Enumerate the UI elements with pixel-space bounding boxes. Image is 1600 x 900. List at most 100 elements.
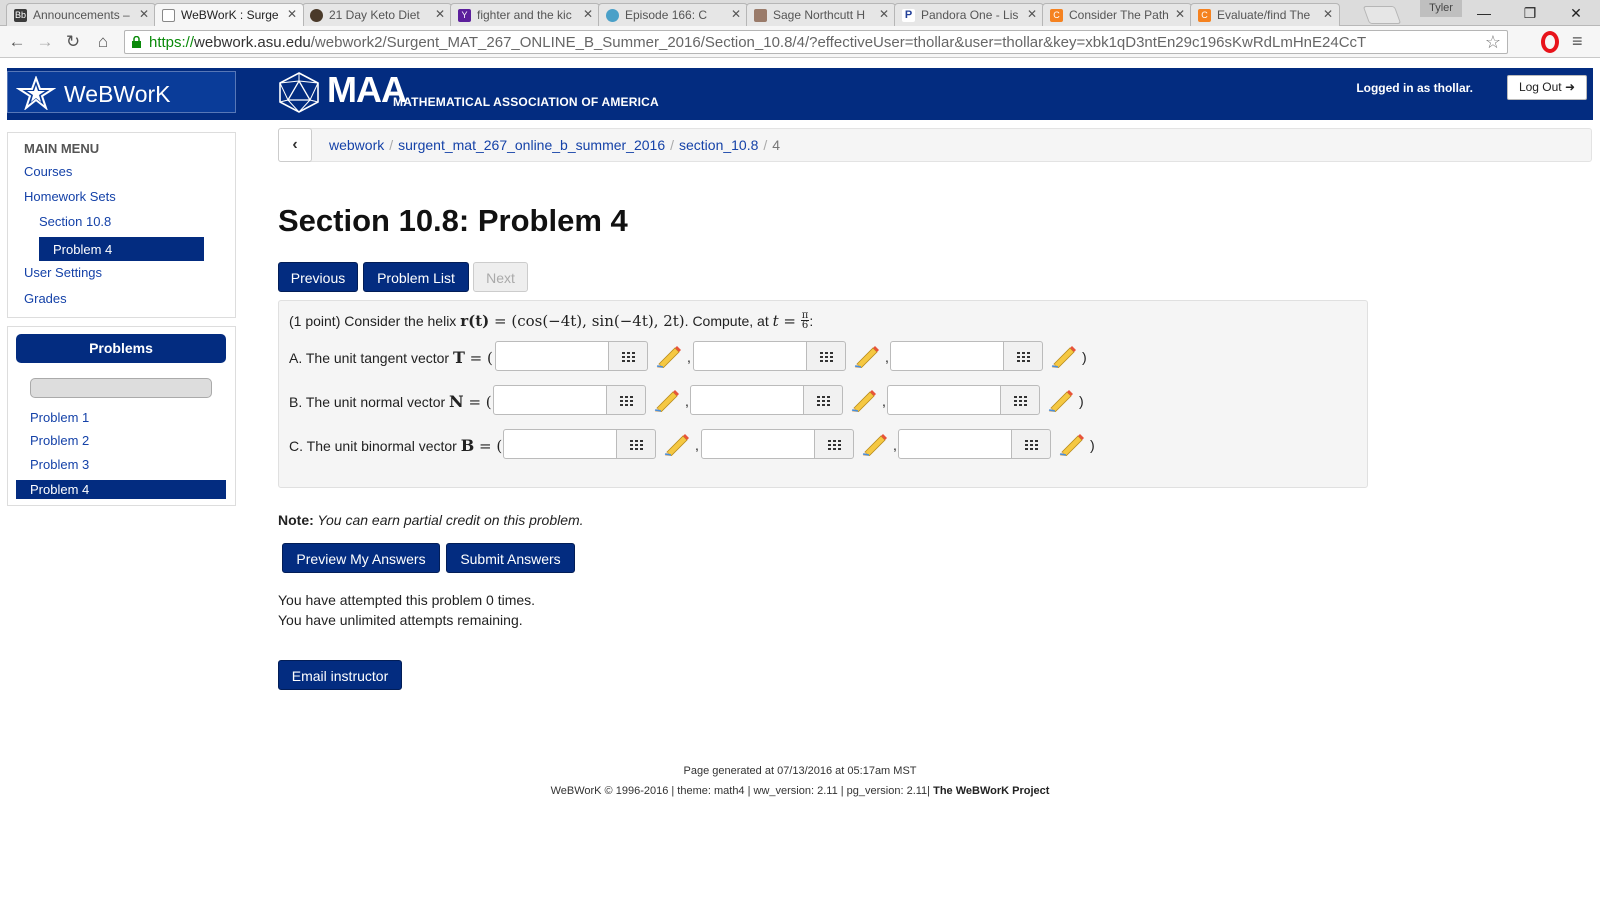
answer-input-c3[interactable]	[898, 429, 1012, 459]
breadcrumb-back-button[interactable]: ‹	[278, 128, 312, 162]
problem-list-button[interactable]: Problem List	[363, 262, 469, 292]
pencil-icon[interactable]	[1047, 388, 1075, 412]
equation-editor-button[interactable]	[1000, 385, 1040, 415]
photo-thumbnail-icon	[754, 9, 767, 22]
pencil-icon[interactable]	[655, 344, 683, 368]
reload-icon[interactable]: ↻	[62, 31, 84, 53]
equals-paren: = (	[464, 349, 493, 367]
window-close-icon[interactable]: ✕	[1556, 2, 1596, 24]
answer-input-a3[interactable]	[890, 341, 1004, 371]
breadcrumb-separator: /	[670, 137, 674, 153]
helix-rhs: = (cos(−4t), sin(−4t), 2t)	[489, 312, 685, 330]
question-row-c: C. The unit binormal vector B = ( , , )	[289, 429, 1359, 459]
browser-tab-webwork[interactable]: WeBWorK : Surge ✕	[154, 3, 304, 26]
opera-icon[interactable]	[1541, 31, 1559, 53]
problems-panel: Problems Problem 1 Problem 2 Problem 3 P…	[7, 326, 236, 506]
breadcrumb-link-course[interactable]: surgent_mat_267_online_b_summer_2016	[398, 137, 665, 153]
submit-answers-button[interactable]: Submit Answers	[446, 543, 575, 573]
pencil-icon[interactable]	[861, 432, 889, 456]
close-icon[interactable]: ✕	[1027, 7, 1037, 21]
grid-icon	[820, 352, 833, 362]
pencil-icon[interactable]	[1050, 344, 1078, 368]
pencil-icon[interactable]	[853, 344, 881, 368]
intro-prefix: (1 point) Consider the helix	[289, 313, 461, 329]
sidebar-item-courses[interactable]: Courses	[24, 164, 72, 179]
sidebar-item-section[interactable]: Section 10.8	[39, 214, 111, 229]
problem-list-item[interactable]: Problem 3	[30, 457, 89, 472]
equation-editor-button[interactable]	[806, 341, 846, 371]
close-icon[interactable]: ✕	[287, 7, 297, 21]
equation-editor-button[interactable]	[608, 341, 648, 371]
answer-input-b2[interactable]	[690, 385, 804, 415]
answer-input-b3[interactable]	[887, 385, 1001, 415]
chevron-left-icon: ‹	[292, 136, 298, 153]
equation-editor-button[interactable]	[1003, 341, 1043, 371]
pencil-icon[interactable]	[663, 432, 691, 456]
close-icon[interactable]: ✕	[731, 7, 741, 21]
close-icon[interactable]: ✕	[435, 7, 445, 21]
profile-button[interactable]: Tyler	[1420, 0, 1462, 17]
close-icon[interactable]: ✕	[139, 7, 149, 21]
email-instructor-button[interactable]: Email instructor	[278, 660, 402, 690]
close-icon[interactable]: ✕	[879, 7, 889, 21]
browser-tab-keto[interactable]: 21 Day Keto Diet ✕	[302, 3, 452, 26]
answer-input-a2[interactable]	[693, 341, 807, 371]
browser-tab-announcements[interactable]: Bb Announcements – ✕	[6, 3, 156, 26]
webwork-logo[interactable]: WeBWorK	[7, 71, 236, 113]
main-menu: MAIN MENU Courses Homework Sets Section …	[7, 132, 236, 318]
close-icon[interactable]: ✕	[1323, 7, 1333, 21]
minimize-icon[interactable]: —	[1464, 2, 1504, 24]
next-button[interactable]: Next	[473, 262, 528, 292]
bookmark-star-icon[interactable]: ☆	[1485, 32, 1501, 53]
problem-list-item[interactable]: Problem 1	[30, 410, 89, 425]
note-label: Note:	[278, 512, 314, 528]
back-icon[interactable]: ←	[6, 31, 28, 53]
note-text: You can earn partial credit on this prob…	[313, 512, 584, 528]
sidebar-item-problem-active[interactable]: Problem 4	[39, 237, 204, 261]
previous-button[interactable]: Previous	[278, 262, 358, 292]
breadcrumb-link-section[interactable]: section_10.8	[679, 137, 758, 153]
fraction-denominator: 6	[801, 319, 809, 331]
equation-editor-button[interactable]	[1011, 429, 1051, 459]
browser-tab-sage[interactable]: Sage Northcutt H ✕	[746, 3, 896, 26]
breadcrumb-link-webwork[interactable]: webwork	[329, 137, 384, 153]
lock-icon	[132, 36, 141, 48]
maa-subtitle: MATHEMATICAL ASSOCIATION OF AMERICA	[393, 95, 659, 109]
forward-icon[interactable]: →	[34, 31, 56, 53]
home-icon[interactable]: ⌂	[92, 31, 114, 53]
sidebar-item-grades[interactable]: Grades	[24, 291, 67, 306]
helix-lhs: r(t)	[460, 312, 490, 330]
equation-editor-button[interactable]	[606, 385, 646, 415]
logout-button[interactable]: Log Out ➜	[1507, 75, 1587, 100]
answer-input-c1[interactable]	[503, 429, 617, 459]
pencil-icon[interactable]	[653, 388, 681, 412]
webwork-project-link[interactable]: The WeBWorK Project	[930, 785, 1049, 797]
answer-input-c2[interactable]	[701, 429, 815, 459]
sidebar-item-homework-sets[interactable]: Homework Sets	[24, 189, 116, 204]
sidebar-item-user-settings[interactable]: User Settings	[24, 265, 102, 280]
browser-tab-consider[interactable]: C Consider The Path ✕	[1042, 3, 1192, 26]
equation-editor-button[interactable]	[814, 429, 854, 459]
page-title: Section 10.8: Problem 4	[278, 203, 628, 238]
blackboard-icon: Bb	[14, 9, 27, 22]
pencil-icon[interactable]	[850, 388, 878, 412]
restore-icon[interactable]: ❐	[1510, 2, 1550, 24]
browser-tab-yahoo[interactable]: Y fighter and the kic ✕	[450, 3, 600, 26]
problem-list-item-active[interactable]: Problem 4	[16, 480, 226, 499]
new-tab-button[interactable]	[1362, 6, 1402, 24]
equation-editor-button[interactable]	[616, 429, 656, 459]
preview-answers-button[interactable]: Preview My Answers	[282, 543, 440, 573]
close-icon[interactable]: ✕	[1175, 7, 1185, 21]
address-bar[interactable]: https://webwork.asu.edu/webwork2/Surgent…	[124, 30, 1508, 54]
browser-tab-episode[interactable]: Episode 166: C ✕	[598, 3, 748, 26]
problem-list-item[interactable]: Problem 2	[30, 433, 89, 448]
chrome-menu-icon[interactable]: ≡	[1572, 31, 1583, 52]
browser-tab-pandora[interactable]: P Pandora One - Lis ✕	[894, 3, 1044, 26]
equation-editor-button[interactable]	[803, 385, 843, 415]
browser-tab-evaluate[interactable]: C Evaluate/find The ✕	[1190, 3, 1340, 26]
close-icon[interactable]: ✕	[583, 7, 593, 21]
pencil-icon[interactable]	[1058, 432, 1086, 456]
answer-input-a1[interactable]	[495, 341, 609, 371]
comma-separator: ,	[893, 437, 897, 453]
answer-input-b1[interactable]	[493, 385, 607, 415]
